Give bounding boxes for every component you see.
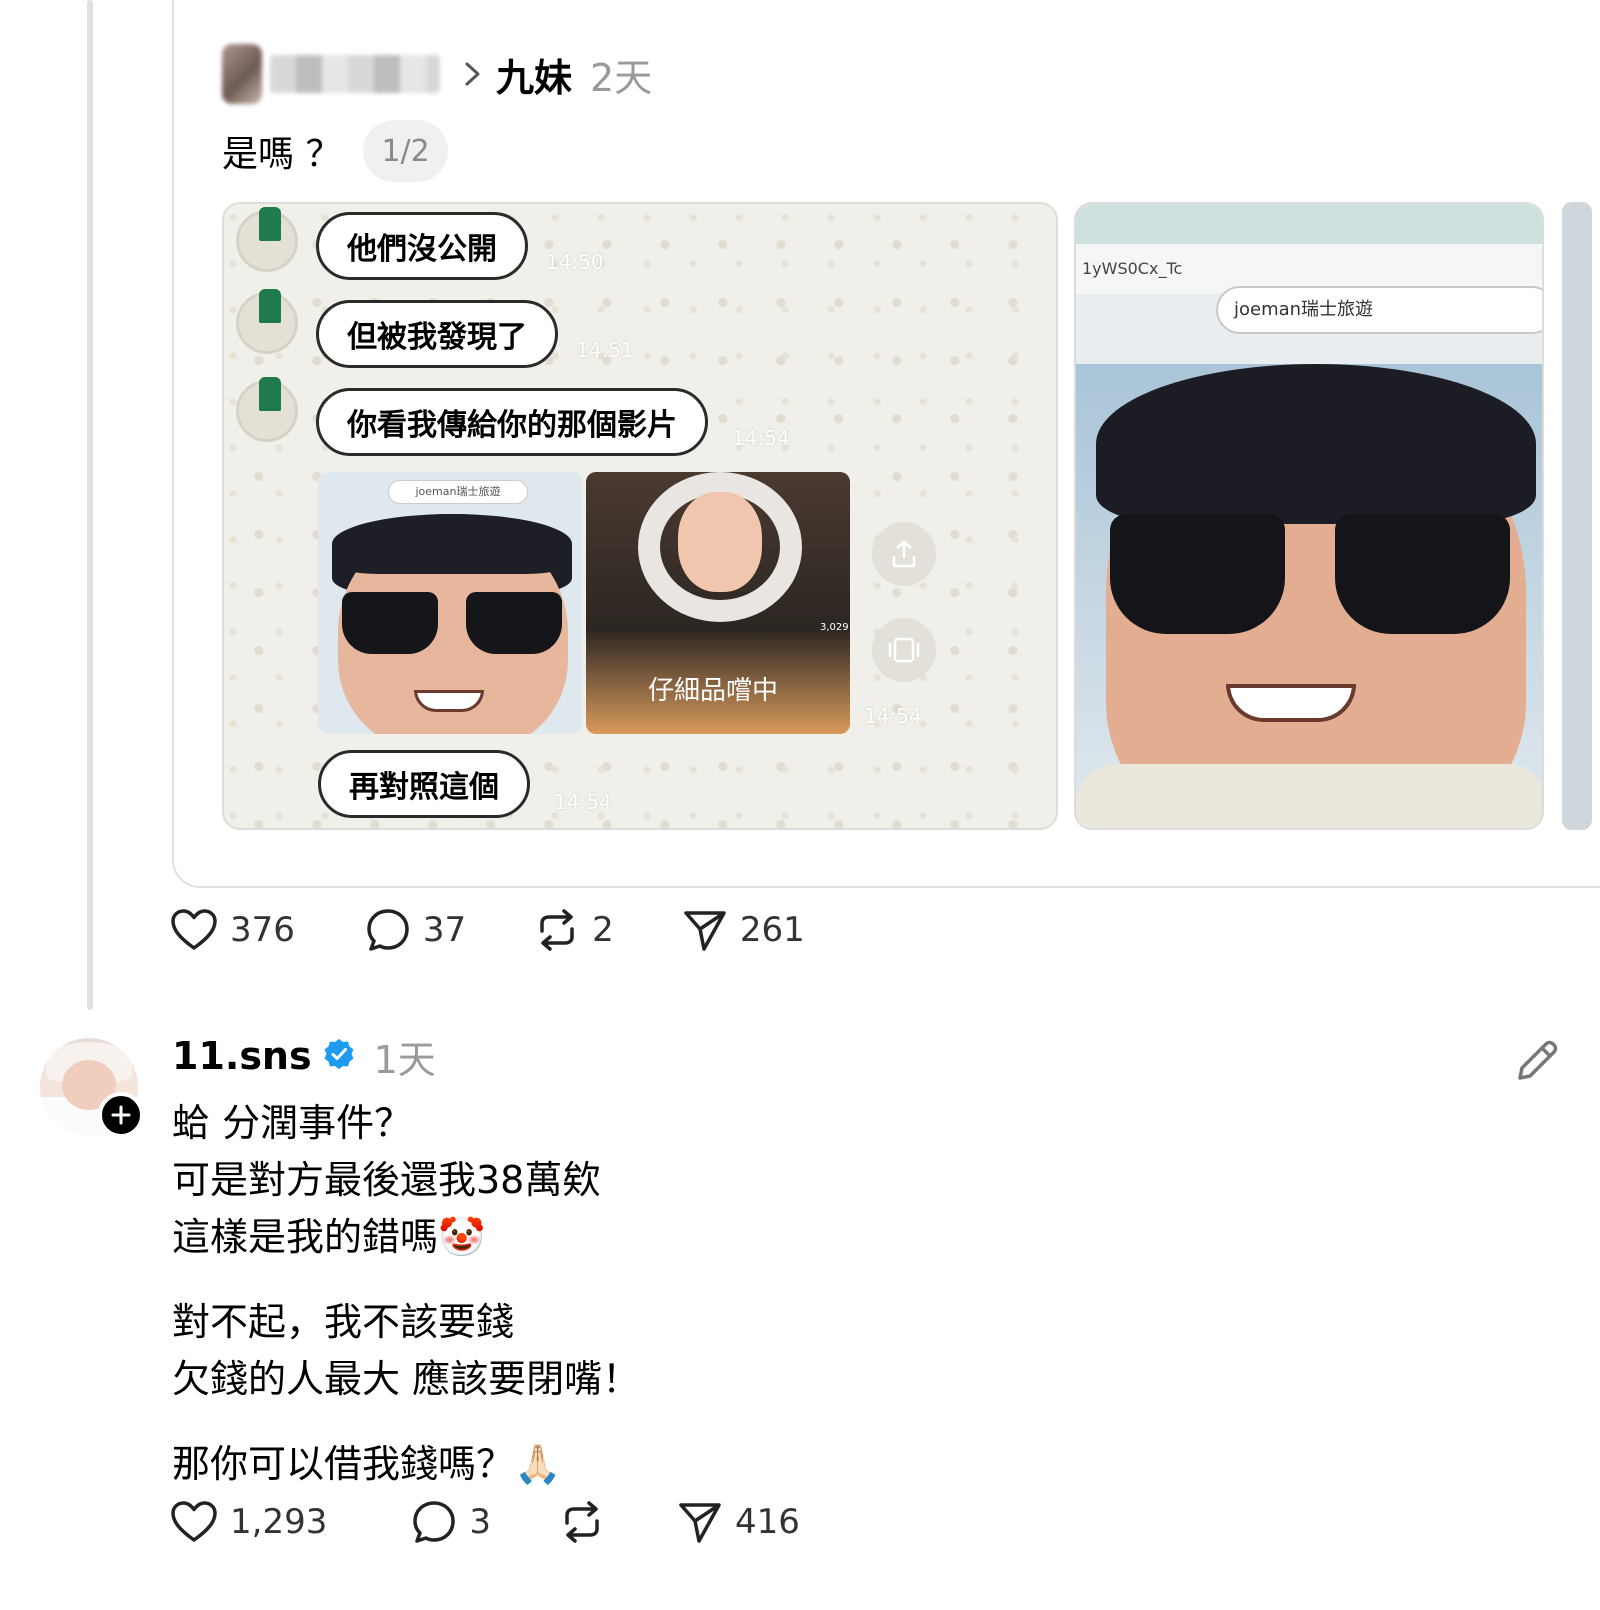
send-icon xyxy=(679,1503,721,1543)
repost-button[interactable] xyxy=(559,1499,617,1545)
chat-video-thumbnail: 仔細品嚐中 3,029 xyxy=(586,472,850,734)
comment-button[interactable]: 3 xyxy=(411,1499,491,1545)
blurred-avatar xyxy=(222,44,262,104)
chat-screenshot-image[interactable]: 他們沒公開 14:50 但被我發現了 14:51 你看我傳給你的那個影片 14:… xyxy=(222,202,1058,830)
comment-count: 3 xyxy=(469,1502,491,1542)
post-line: 對不起，我不該要錢 xyxy=(172,1300,515,1344)
closeup-photo-image[interactable]: 1yWS0Cx_Tc joeman瑞士旅遊 xyxy=(1074,202,1544,830)
carousel-icon xyxy=(872,618,936,682)
post-username[interactable]: 11.sns xyxy=(172,1034,312,1078)
like-count: 376 xyxy=(230,910,295,950)
image-page-indicator: 1/2 xyxy=(363,120,448,182)
next-image-peek[interactable] xyxy=(1562,202,1592,830)
post-line: 蛤 分潤事件？ xyxy=(172,1101,413,1145)
quoted-author-name[interactable]: 九妹 xyxy=(496,47,572,102)
fur-collar-shape xyxy=(1076,764,1542,828)
share-icon xyxy=(872,522,936,586)
verified-badge-icon xyxy=(322,1037,356,1075)
like-button[interactable]: 376 xyxy=(170,908,295,952)
comment-icon xyxy=(413,1501,456,1543)
sunglasses-shape xyxy=(342,592,562,654)
chat-time: 14:50 xyxy=(546,250,604,274)
edit-pencil-icon[interactable] xyxy=(1512,1036,1562,1090)
chevron-right-icon xyxy=(458,59,488,89)
post-time: 1天 xyxy=(373,1037,436,1082)
chat-photo-thumbnail: joeman瑞士旅遊 xyxy=(318,472,582,734)
photo-top-bar xyxy=(1076,204,1542,248)
video-like-count: 3,029 xyxy=(820,622,849,633)
post-header: 11.sns 1天 xyxy=(172,1030,436,1082)
video-caption: 仔細品嚐中 xyxy=(648,676,779,706)
post-line: 這樣是我的錯嗎🤡 xyxy=(172,1215,486,1259)
photo-search-text: joeman瑞士旅遊 xyxy=(1216,286,1542,334)
repost-icon xyxy=(540,909,574,951)
post-actions: 1,293 3 416 xyxy=(170,1498,800,1546)
comment-icon xyxy=(367,909,409,951)
post-line: 欠錢的人最大 應該要閉嘴！ xyxy=(172,1357,641,1401)
chat-bubble: 再對照這個 xyxy=(318,750,530,818)
send-icon xyxy=(684,911,726,951)
chat-bubble: 他們沒公開 xyxy=(316,212,528,280)
post-line: 那你可以借我錢嗎？🙏🏻 xyxy=(172,1442,562,1486)
smile-shape xyxy=(414,690,484,712)
post-line: 可是對方最後還我38萬欸 xyxy=(172,1158,601,1202)
chat-bubble: 但被我發現了 xyxy=(316,300,558,368)
repost-button[interactable]: 2 xyxy=(534,907,614,953)
post-body: 蛤 分潤事件？ 可是對方最後還我38萬欸 這樣是我的錯嗎🤡 對不起，我不該要錢 … xyxy=(172,1095,640,1493)
hair-shape xyxy=(1096,364,1536,524)
blurred-username xyxy=(270,55,440,93)
chat-time: 14:54 xyxy=(554,790,612,814)
chat-avatar-icon xyxy=(236,207,298,272)
chat-bubble: 你看我傳給你的那個影片 xyxy=(316,388,708,456)
repost-icon xyxy=(565,1501,599,1543)
share-count: 261 xyxy=(739,910,805,950)
smile-shape xyxy=(1226,684,1356,722)
comment-count: 37 xyxy=(422,910,467,950)
chat-time: 14:54 xyxy=(732,426,790,450)
follow-plus-icon[interactable] xyxy=(98,1092,144,1138)
heart-icon xyxy=(171,1501,217,1542)
like-button[interactable]: 1,293 xyxy=(170,1500,327,1544)
heart-icon xyxy=(171,909,217,950)
thumbnail-search-label: joeman瑞士旅遊 xyxy=(388,480,528,504)
comment-button[interactable]: 37 xyxy=(365,907,466,953)
quoted-post-time: 2天 xyxy=(590,55,653,100)
thread-connector-line xyxy=(87,0,93,1010)
quoted-post-header: 九妹 2天 xyxy=(222,44,652,104)
face-shape xyxy=(678,492,762,592)
repost-count: 2 xyxy=(592,910,614,950)
quoted-post-card[interactable]: 九妹 2天 是嗎 ？ 1/2 他們沒公開 14:50 但被我發現了 14:51 … xyxy=(172,0,1600,888)
share-button[interactable]: 416 xyxy=(677,1499,800,1545)
quoted-post-actions: 376 37 2 261 xyxy=(170,906,805,954)
chat-avatar-icon xyxy=(236,377,298,442)
share-button[interactable]: 261 xyxy=(682,907,805,953)
media-time: 14:54 xyxy=(864,704,922,728)
quoted-post-text-row: 是嗎 ？ 1/2 xyxy=(222,120,448,182)
fringe-shape xyxy=(332,514,572,574)
chat-time: 14:51 xyxy=(576,338,634,362)
chat-avatar-icon xyxy=(236,289,298,354)
like-count: 1,293 xyxy=(230,1502,328,1542)
quoted-post-text: 是嗎 ？ xyxy=(222,134,342,175)
sunglasses-shape xyxy=(1110,514,1510,634)
share-count: 416 xyxy=(734,1502,800,1542)
